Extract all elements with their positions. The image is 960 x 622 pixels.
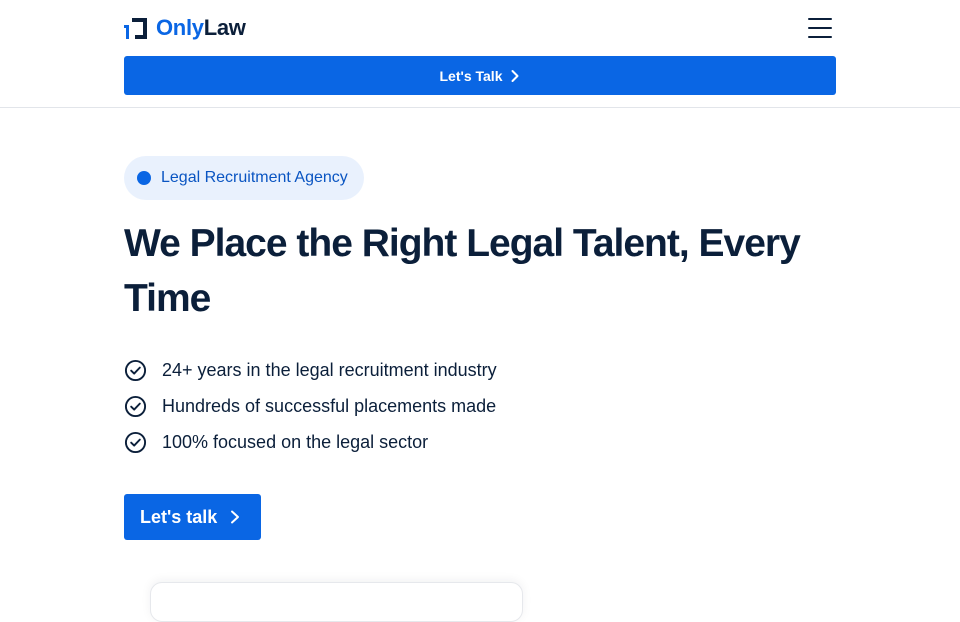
feature-text: 24+ years in the legal recruitment indus… — [162, 359, 497, 380]
preview-card — [150, 582, 523, 622]
menu-line — [808, 27, 832, 29]
header-cta-label: Let's Talk — [439, 67, 503, 84]
feature-item: Hundreds of successful placements made — [124, 388, 497, 424]
badge-label: Legal Recruitment Agency — [161, 169, 348, 186]
header-lets-talk-button[interactable]: Let's Talk — [124, 56, 836, 95]
menu-line — [808, 36, 832, 38]
feature-text: Hundreds of successful placements made — [162, 395, 497, 416]
chevron-right-icon — [231, 510, 240, 524]
logo-mark-icon — [124, 17, 147, 39]
site-header: OnlyLaw Let's Talk — [0, 0, 960, 108]
feature-list: 24+ years in the legal recruitment indus… — [124, 352, 497, 460]
hero-title: We Place the Right Legal Talent, Every T… — [124, 222, 801, 320]
logo-text-law: Law — [203, 15, 246, 40]
badge-dot-icon — [137, 171, 151, 185]
check-circle-icon — [124, 395, 147, 417]
category-badge: Legal Recruitment Agency — [124, 156, 364, 200]
hero-cta-label: Let's talk — [140, 506, 218, 527]
feature-item: 100% focused on the legal sector — [124, 424, 497, 460]
check-circle-icon — [124, 359, 147, 381]
logo-wordmark: OnlyLaw — [156, 14, 246, 42]
logo-text-only: Only — [156, 15, 204, 40]
logo[interactable]: OnlyLaw — [124, 14, 246, 42]
check-circle-icon — [124, 431, 147, 453]
chevron-right-icon — [511, 69, 519, 82]
hamburger-menu-icon[interactable] — [806, 15, 834, 41]
menu-line — [808, 18, 832, 20]
feature-text: 100% focused on the legal sector — [162, 431, 429, 452]
feature-item: 24+ years in the legal recruitment indus… — [124, 352, 497, 388]
hero-lets-talk-button[interactable]: Let's talk — [124, 494, 261, 540]
